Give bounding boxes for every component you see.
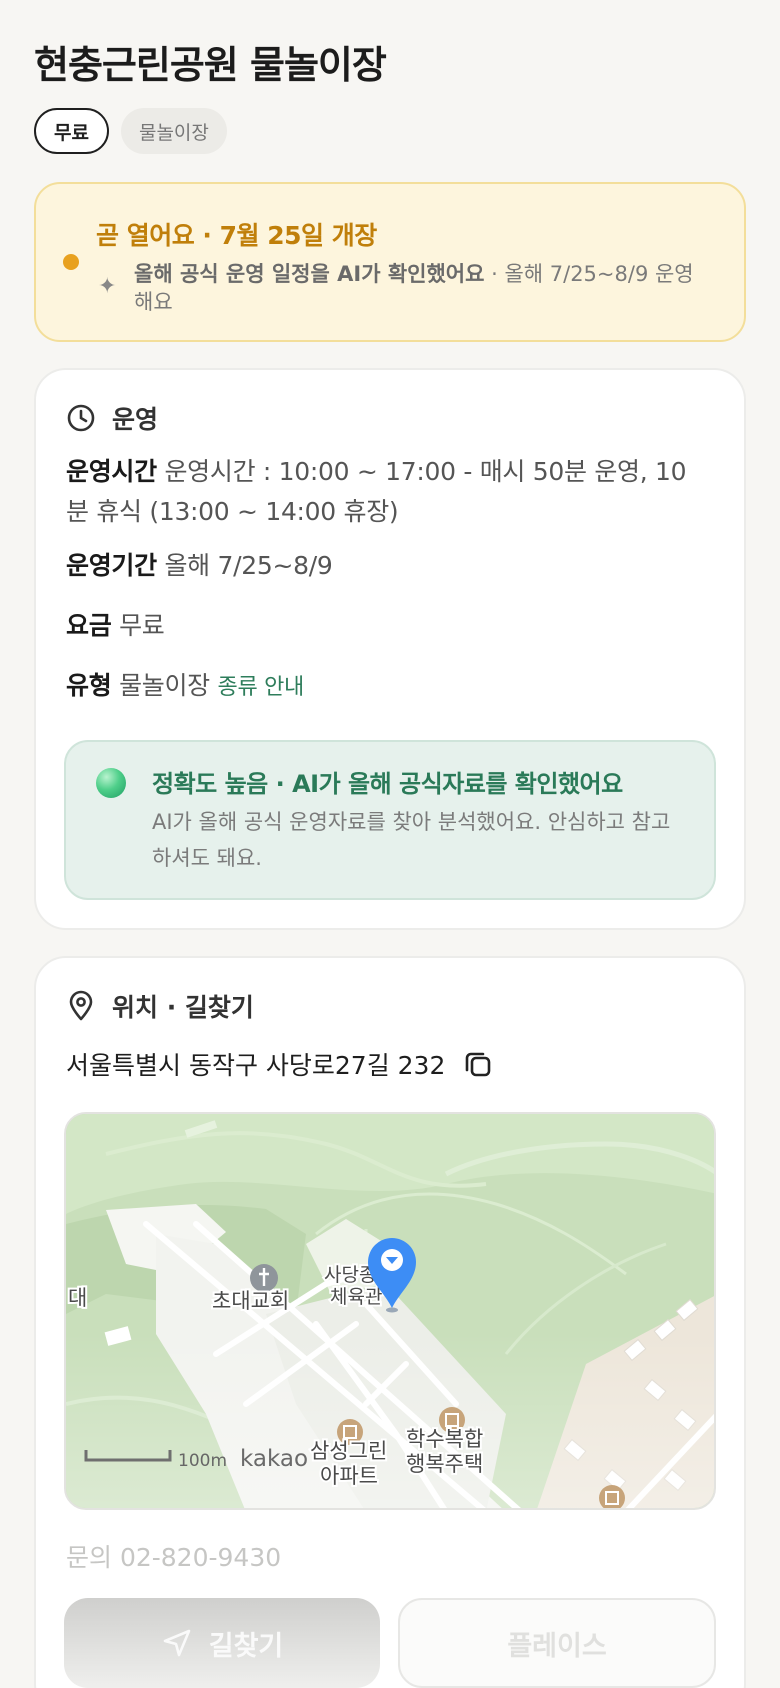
chip-category[interactable]: 물놀이장 — [120, 108, 227, 154]
building-icon — [599, 1485, 625, 1508]
map-label-apt2-1: 학수복합 — [406, 1427, 483, 1451]
accuracy-headline: 정확도 높음 · AI가 올해 공식자료를 확인했어요 — [152, 770, 623, 798]
type-value: 물놀이장 — [119, 671, 210, 700]
copy-icon[interactable] — [463, 1049, 493, 1079]
sparkle-icon: ✦ — [98, 274, 117, 299]
fee-label: 요금 — [66, 611, 112, 640]
operation-card: 운영 운영시간 운영시간 : 10:00 ~ 17:00 - 매시 50분 운영… — [34, 368, 746, 930]
map-label-left-edge: 대 — [68, 1286, 87, 1310]
type-row: 유형 물놀이장 종류 안내 — [66, 666, 706, 708]
map-label-gym-2: 체육관 — [330, 1286, 382, 1308]
map-pin-icon — [69, 990, 93, 1021]
map-scale-text: 100m — [178, 1451, 227, 1471]
type-label: 유형 — [66, 671, 112, 700]
address-text: 서울특별시 동작구 사당로27길 232 — [66, 1051, 446, 1080]
accuracy-desc: AI가 올해 공식 운영자료를 찾아 분석했어요. 안심하고 참고하셔도 돼요. — [152, 810, 671, 870]
notice-sub: 올해 공식 운영 일정을 AI가 확인했어요 · 올해 7/25~8/9 운영해… — [134, 260, 694, 316]
type-guide-link[interactable]: 종류 안내 — [218, 675, 305, 700]
operation-label: 운영 — [112, 405, 159, 434]
map-label-apt2-2: 행복주택 — [406, 1452, 483, 1476]
period-label: 운영기간 — [66, 551, 157, 580]
location-label: 위치 · 길찾기 — [112, 993, 254, 1022]
period-value: 올해 7/25~8/9 — [164, 551, 333, 580]
operation-header: 운영 — [66, 400, 158, 436]
navigate-arrow-icon — [163, 1629, 191, 1657]
phone-text[interactable]: 문의 02-820-9430 — [66, 1538, 281, 1574]
map-label-apt1-2: 아파트 — [320, 1464, 378, 1488]
hours-value: 운영시간 : 10:00 ~ 17:00 - 매시 50분 운영, 10분 휴식… — [66, 457, 687, 526]
hours-label: 운영시간 — [66, 457, 157, 486]
directions-button[interactable]: 길찾기 — [64, 1598, 380, 1688]
map-brand-logo: kakao — [240, 1446, 308, 1472]
hours-row: 운영시간 운영시간 : 10:00 ~ 17:00 - 매시 50분 운영, 1… — [66, 452, 706, 532]
fee-row: 요금 무료 — [66, 606, 706, 646]
clock-icon — [67, 404, 95, 432]
page-title: 현충근린공원 물놀이장 — [34, 43, 387, 87]
place-button[interactable]: 플레이스 — [398, 1598, 716, 1688]
notice-headline: 곧 열어요 · 7월 25일 개장 — [96, 221, 377, 250]
notice-sub-bold: 올해 공식 운영 일정을 AI가 확인했어요 — [134, 262, 485, 286]
place-button-label: 플레이스 — [507, 1630, 607, 1662]
church-icon — [250, 1264, 278, 1292]
period-row: 운영기간 올해 7/25~8/9 — [66, 546, 706, 586]
map-label-church: 초대교회 — [212, 1289, 289, 1313]
location-card: 위치 · 길찾기 서울특별시 동작구 사당로27길 232 대 초대교회 사당종… — [34, 956, 746, 1688]
directions-button-label: 길찾기 — [208, 1630, 284, 1662]
location-header: 위치 · 길찾기 — [66, 988, 254, 1024]
tag-chips: 무료 물놀이장 — [34, 108, 227, 154]
accuracy-box: 정확도 높음 · AI가 올해 공식자료를 확인했어요 AI가 올해 공식 운영… — [64, 740, 716, 900]
ai-orb-icon — [96, 768, 126, 798]
opening-notice: 곧 열어요 · 7월 25일 개장 ✦ 올해 공식 운영 일정을 AI가 확인했… — [34, 182, 746, 342]
address-row: 서울특별시 동작구 사당로27길 232 — [66, 1046, 493, 1082]
map-view[interactable]: 대 초대교회 사당종 체육관 삼성그린 아파트 학수복합 행복주택 100m k… — [64, 1112, 716, 1510]
fee-value: 무료 — [119, 611, 165, 640]
map-label-apt1-1: 삼성그린 — [310, 1439, 387, 1463]
chip-free[interactable]: 무료 — [34, 108, 109, 154]
status-dot-icon — [63, 254, 79, 270]
